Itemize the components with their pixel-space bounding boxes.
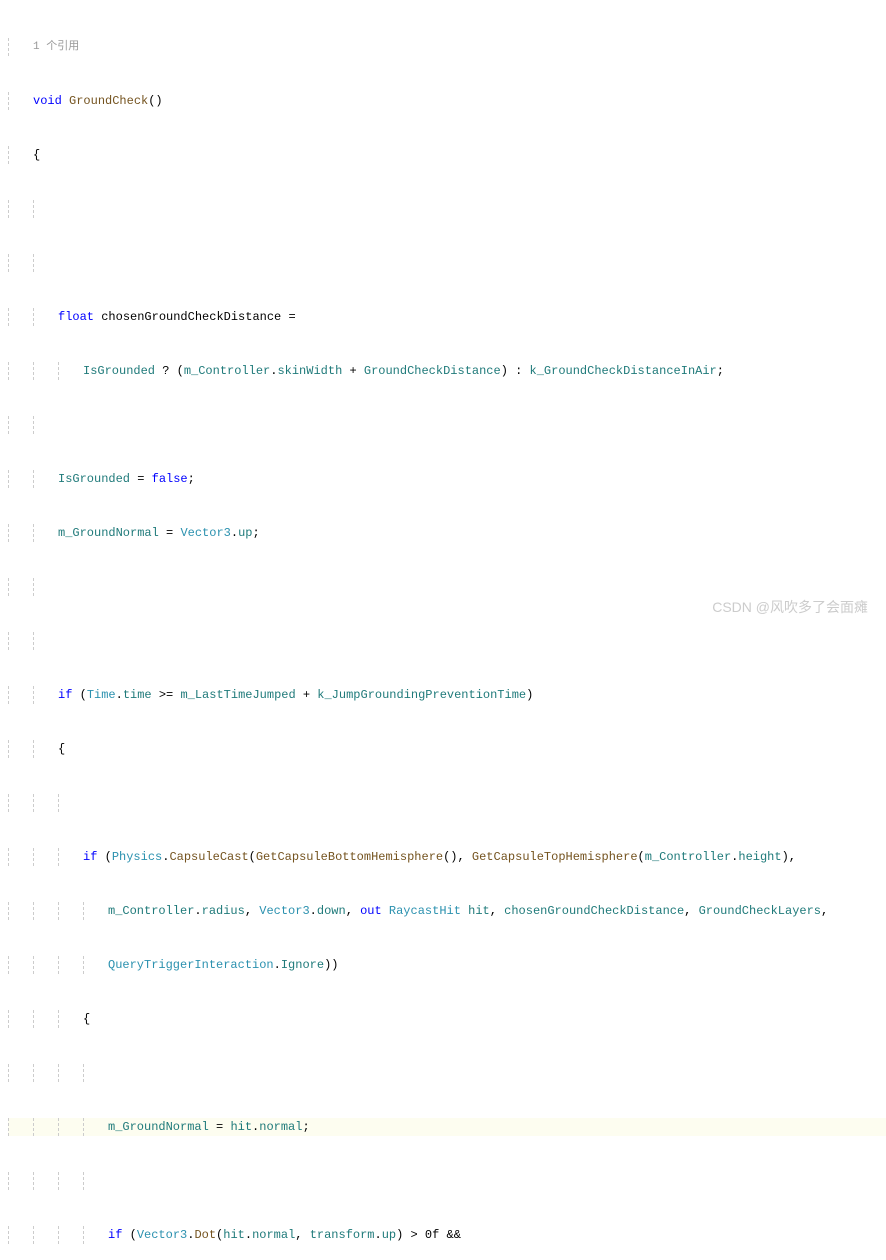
code-line: m_GroundNormal = hit.normal;	[108, 1118, 310, 1136]
code-line: IsGrounded = false;	[58, 470, 195, 488]
watermark: CSDN @风吹多了会面瘫	[712, 597, 868, 618]
code-line: {	[33, 146, 40, 164]
code-line: if (Time.time >= m_LastTimeJumped + k_Ju…	[58, 686, 533, 704]
code-line: if (Physics.CapsuleCast(GetCapsuleBottom…	[83, 848, 796, 866]
code-line: {	[83, 1010, 90, 1028]
code-editor[interactable]: 1 个引用 void GroundCheck() { float chosenG…	[0, 0, 886, 1260]
code-line: void GroundCheck()	[33, 92, 163, 110]
code-line: m_GroundNormal = Vector3.up;	[58, 524, 260, 542]
code-line: QueryTriggerInteraction.Ignore))	[108, 956, 338, 974]
code-line: IsGrounded ? (m_Controller.skinWidth + G…	[83, 362, 724, 380]
code-line: {	[58, 740, 65, 758]
code-line: float chosenGroundCheckDistance =	[58, 308, 303, 326]
code-line: m_Controller.radius, Vector3.down, out R…	[108, 902, 828, 920]
code-line: if (Vector3.Dot(hit.normal, transform.up…	[108, 1226, 461, 1244]
reference-count[interactable]: 1 个引用	[33, 39, 79, 56]
